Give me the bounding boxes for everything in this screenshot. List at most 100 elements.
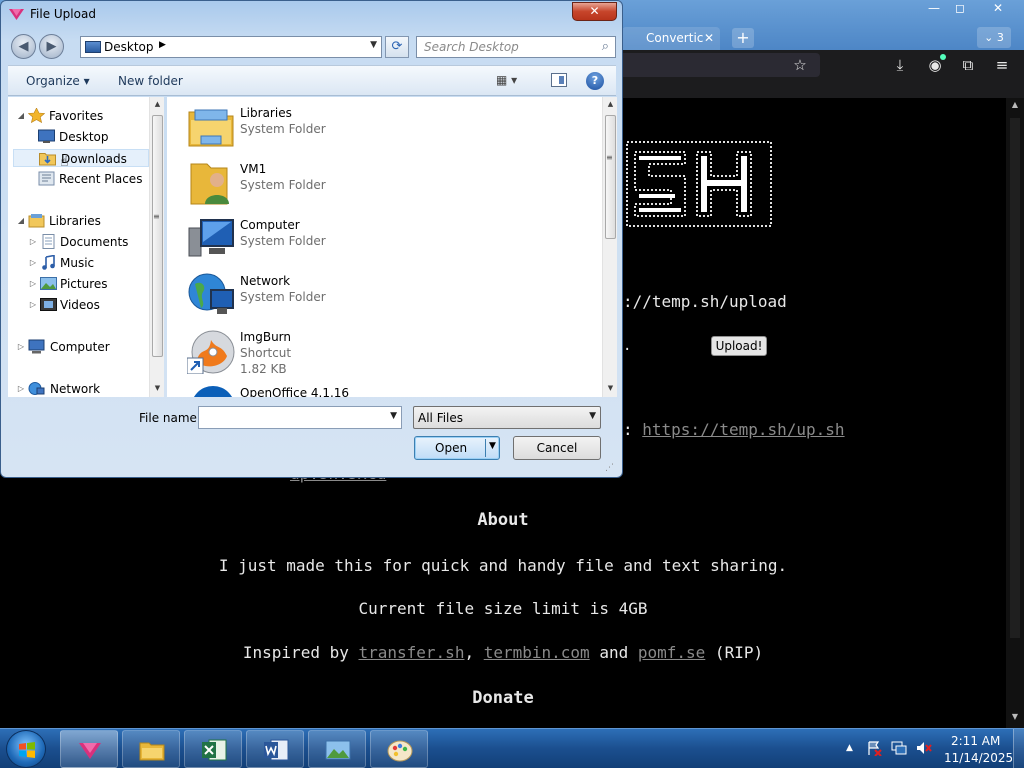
nav-item-computer[interactable]: ▷ Computer — [16, 338, 146, 356]
page-scrollbar[interactable]: ▲ ▼ — [1006, 98, 1024, 728]
file-size: 1.82 KB — [240, 362, 287, 376]
search-input[interactable]: Search Desktop ⌕ — [416, 36, 616, 58]
expander-icon[interactable]: ▷ — [16, 338, 26, 356]
nav-item-desktop[interactable]: Desktop — [28, 128, 148, 146]
nav-item-documents[interactable]: ▷ Documents — [28, 233, 148, 251]
action-center-flag-icon[interactable] — [866, 740, 882, 756]
file-item-network[interactable]: Network System Folder — [185, 267, 485, 321]
volume-muted-icon[interactable] — [916, 740, 932, 756]
expander-icon[interactable]: ▷ — [28, 275, 38, 293]
nav-label: Music — [60, 256, 95, 270]
file-type-value: All Files — [418, 411, 464, 425]
file-list-scrollbar[interactable]: ▲ ≡ ▼ — [602, 97, 617, 397]
organize-button[interactable]: Organize ▾ — [26, 74, 90, 88]
expander-icon[interactable]: ◢ — [16, 107, 26, 125]
start-button[interactable] — [6, 730, 46, 768]
scroll-up-icon[interactable]: ▲ — [603, 97, 618, 112]
nav-item-favorites[interactable]: ◢ Favorites — [16, 107, 146, 125]
open-button[interactable]: Open ▼ — [414, 436, 500, 460]
file-item-imgburn[interactable]: ImgBurn Shortcut 1.82 KB — [185, 323, 485, 377]
search-icon[interactable]: ⌕ — [602, 39, 609, 54]
maximize-button[interactable]: ◻ — [946, 0, 974, 17]
clock-date[interactable]: 11/14/2025 — [944, 751, 1013, 765]
address-location[interactable]: Desktop — [104, 40, 154, 54]
preview-pane-icon[interactable] — [551, 73, 567, 87]
scroll-up-icon[interactable]: ▲ — [1006, 100, 1024, 112]
taskbar-explorer-app[interactable] — [122, 730, 180, 768]
scroll-thumb[interactable] — [152, 115, 163, 357]
minimize-button[interactable]: — — [920, 0, 948, 17]
button-divider — [485, 439, 486, 457]
file-name: VM1 — [240, 162, 267, 176]
nav-item-music[interactable]: ▷ Music — [28, 254, 148, 272]
script-link[interactable]: https://temp.sh/up.sh — [642, 420, 844, 439]
tab-close-icon[interactable]: ✕ — [704, 27, 714, 50]
file-item-libraries[interactable]: Libraries System Folder — [185, 99, 485, 153]
expander-icon[interactable]: ▷ — [16, 380, 26, 397]
termbin-link[interactable]: termbin.com — [484, 643, 590, 662]
nav-item-network[interactable]: ▷ Network — [16, 380, 146, 397]
help-button[interactable]: ? — [586, 72, 604, 90]
scroll-up-icon[interactable]: ▲ — [150, 97, 165, 112]
network-tray-icon[interactable] — [891, 740, 907, 756]
cancel-button[interactable]: Cancel — [513, 436, 601, 460]
new-folder-button[interactable]: New folder — [118, 74, 183, 88]
url-bar[interactable] — [600, 53, 820, 77]
taskbar: ▲ 2:11 AM 11/14/2025 — [0, 728, 1024, 768]
file-item-openoffice[interactable]: OpenOffice 4.1.16 — [185, 379, 485, 397]
nav-pane-scrollbar[interactable]: ▲ ≡ ▼ — [149, 97, 164, 397]
taskbar-word-app[interactable] — [246, 730, 304, 768]
file-name-input[interactable]: ▼ — [198, 406, 402, 429]
scroll-thumb[interactable] — [1010, 118, 1020, 638]
address-dropdown-icon[interactable]: ▼ — [370, 40, 377, 50]
extensions-icon[interactable]: ⧉ — [956, 53, 980, 77]
nav-item-pictures[interactable]: ▷ Pictures — [28, 275, 148, 293]
download-icon[interactable]: ⤓ — [888, 53, 912, 77]
address-bar[interactable]: Desktop ▶ ▼ — [80, 36, 382, 58]
change-view-button[interactable]: ▦ ▾ — [496, 73, 517, 87]
nav-item-videos[interactable]: ▷ Videos — [28, 296, 148, 314]
new-tab-button[interactable]: + — [732, 28, 754, 48]
upload-button[interactable]: Upload! — [711, 336, 767, 356]
refresh-button[interactable]: ⟳ — [385, 36, 409, 58]
nav-label: Computer — [50, 340, 110, 354]
scroll-down-icon[interactable]: ▼ — [1006, 712, 1024, 724]
forward-button[interactable]: ▶ — [39, 34, 64, 59]
chevron-down-icon[interactable]: ▼ — [390, 411, 397, 421]
file-name: OpenOffice 4.1.16 — [240, 386, 350, 397]
scroll-down-icon[interactable]: ▼ — [603, 381, 618, 396]
menu-icon[interactable]: ≡ — [990, 53, 1014, 77]
transfer-link[interactable]: transfer.sh — [358, 643, 464, 662]
scroll-thumb[interactable] — [605, 115, 616, 239]
scroll-down-icon[interactable]: ▼ — [150, 381, 165, 396]
back-button[interactable]: ◀ — [11, 34, 36, 59]
clock-time[interactable]: 2:11 AM — [951, 734, 1000, 748]
browser-tab[interactable]: Convertic ✕ — [622, 27, 720, 50]
nav-item-libraries[interactable]: ◢ Libraries — [16, 212, 146, 230]
nav-item-recent-places[interactable]: Recent Places — [28, 170, 148, 188]
breadcrumb-arrow-icon[interactable]: ▶ — [159, 40, 166, 50]
resize-grip-icon[interactable]: ⋰ — [605, 463, 614, 473]
show-desktop-button[interactable] — [1013, 729, 1024, 768]
file-type: Shortcut — [240, 346, 292, 360]
file-type-select[interactable]: All Files ▼ — [413, 406, 601, 429]
expander-icon[interactable]: ◢ — [16, 212, 26, 230]
show-hidden-icons-button[interactable]: ▲ — [846, 743, 853, 753]
file-item-computer[interactable]: Computer System Folder — [185, 211, 485, 265]
expander-icon[interactable]: ▷ — [28, 233, 38, 251]
pomf-link[interactable]: pomf.se — [638, 643, 705, 662]
taskbar-image-viewer-app[interactable] — [308, 730, 366, 768]
file-item-vm1[interactable]: VM1 System Folder — [185, 155, 485, 209]
dialog-close-button[interactable]: ✕ — [572, 2, 617, 21]
close-window-button[interactable]: ✕ — [978, 0, 1018, 17]
bookmark-star-icon[interactable]: ☆ — [788, 53, 812, 77]
taskbar-paint-app[interactable] — [370, 730, 428, 768]
nav-item-downloads[interactable]: Downloads ☝ — [13, 149, 149, 170]
expander-icon[interactable]: ▷ — [28, 254, 38, 272]
open-options-icon[interactable]: ▼ — [489, 441, 496, 451]
taskbar-excel-app[interactable] — [184, 730, 242, 768]
upload-command: ://temp.sh/upload — [623, 292, 787, 311]
tab-counter[interactable]: ⌄ 3 — [977, 27, 1011, 48]
expander-icon[interactable]: ▷ — [28, 296, 38, 314]
taskbar-browser-app[interactable] — [60, 730, 118, 768]
